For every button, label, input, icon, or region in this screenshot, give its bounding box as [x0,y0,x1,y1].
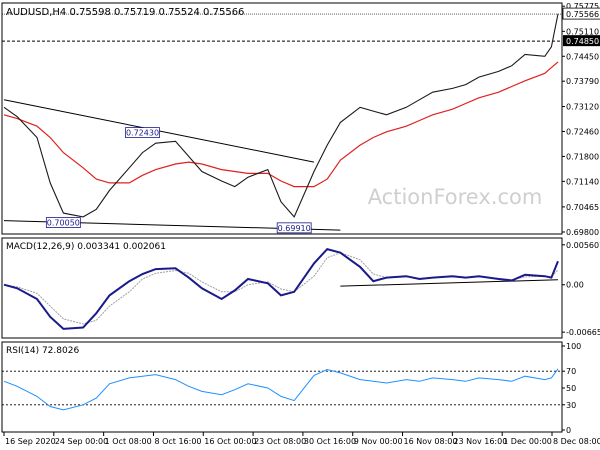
macd-y-tick-label: 0.00 [566,281,584,290]
annotation-label: 0.72430 [126,129,159,138]
main-y-tick-label: 0.69800 [566,228,599,237]
price-label-box: 0.75566 [562,7,600,20]
rsi-y-tick-label: 0 [566,426,571,435]
main-y-tick-label: 0.73120 [566,103,599,112]
rsi-y-tick-label: 30 [566,401,576,410]
main-y-tick-label: 0.71140 [566,177,599,186]
hline-label-box: 0.74850 [563,35,600,47]
main-y-tick-label: 0.72460 [566,127,599,136]
main-y-tick-label: 0.75110 [566,27,599,36]
x-tick-label: 24 Sep 00:00 [55,437,108,446]
x-tick-label: 1 Oct 08:00 [105,437,152,446]
x-tick-label: 9 Nov 00:00 [354,437,403,446]
x-tick-label: 8 Oct 16:00 [154,437,201,446]
rsi-header: RSI(14) 72.8026 [6,346,79,356]
x-tick-label: 16 Nov 08:00 [404,437,458,446]
macd-y-tick-label: -0.006656 [566,328,600,337]
x-tick-label: 23 Oct 08:00 [254,437,306,446]
x-tick-label: 1 Dec 00:00 [503,437,552,446]
x-tick-label: 16 Oct 00:00 [204,437,256,446]
main-y-tick-label: 0.74450 [566,52,599,61]
current-price-text: 0.75566 [566,10,599,19]
watermark: ActionForex.com [368,185,543,209]
main-header: AUDUSD,H4 0.75598 0.75719 0.75524 0.7556… [6,7,244,18]
main-y-tick-label: 0.73790 [566,77,599,86]
macd-y-tick-label: 0.005607 [566,241,600,250]
chart-area: ActionForex.com AUDUSD,H4 0.75598 0.7571… [0,0,600,450]
rsi-y-tick-label: 70 [566,367,576,376]
rsi-y-tick-label: 50 [566,384,576,393]
annotation-label: 0.70050 [47,219,80,228]
x-tick-label: 30 Oct 16:00 [304,437,356,446]
x-tick-label: 8 Dec 08:00 [553,437,600,446]
x-tick-label: 23 Nov 16:00 [453,437,507,446]
rsi-y-tick-label: 100 [566,342,581,351]
main-y-tick-label: 0.71800 [566,152,599,161]
level-text: 0.74850 [566,37,599,46]
main-y-tick-label: 0.70465 [566,203,599,212]
x-tick-label: 16 Sep 2020 [5,437,56,446]
annotation-label: 0.69910 [278,224,311,233]
macd-header: MACD(12,26,9) 0.003341 0.002061 [6,242,166,252]
